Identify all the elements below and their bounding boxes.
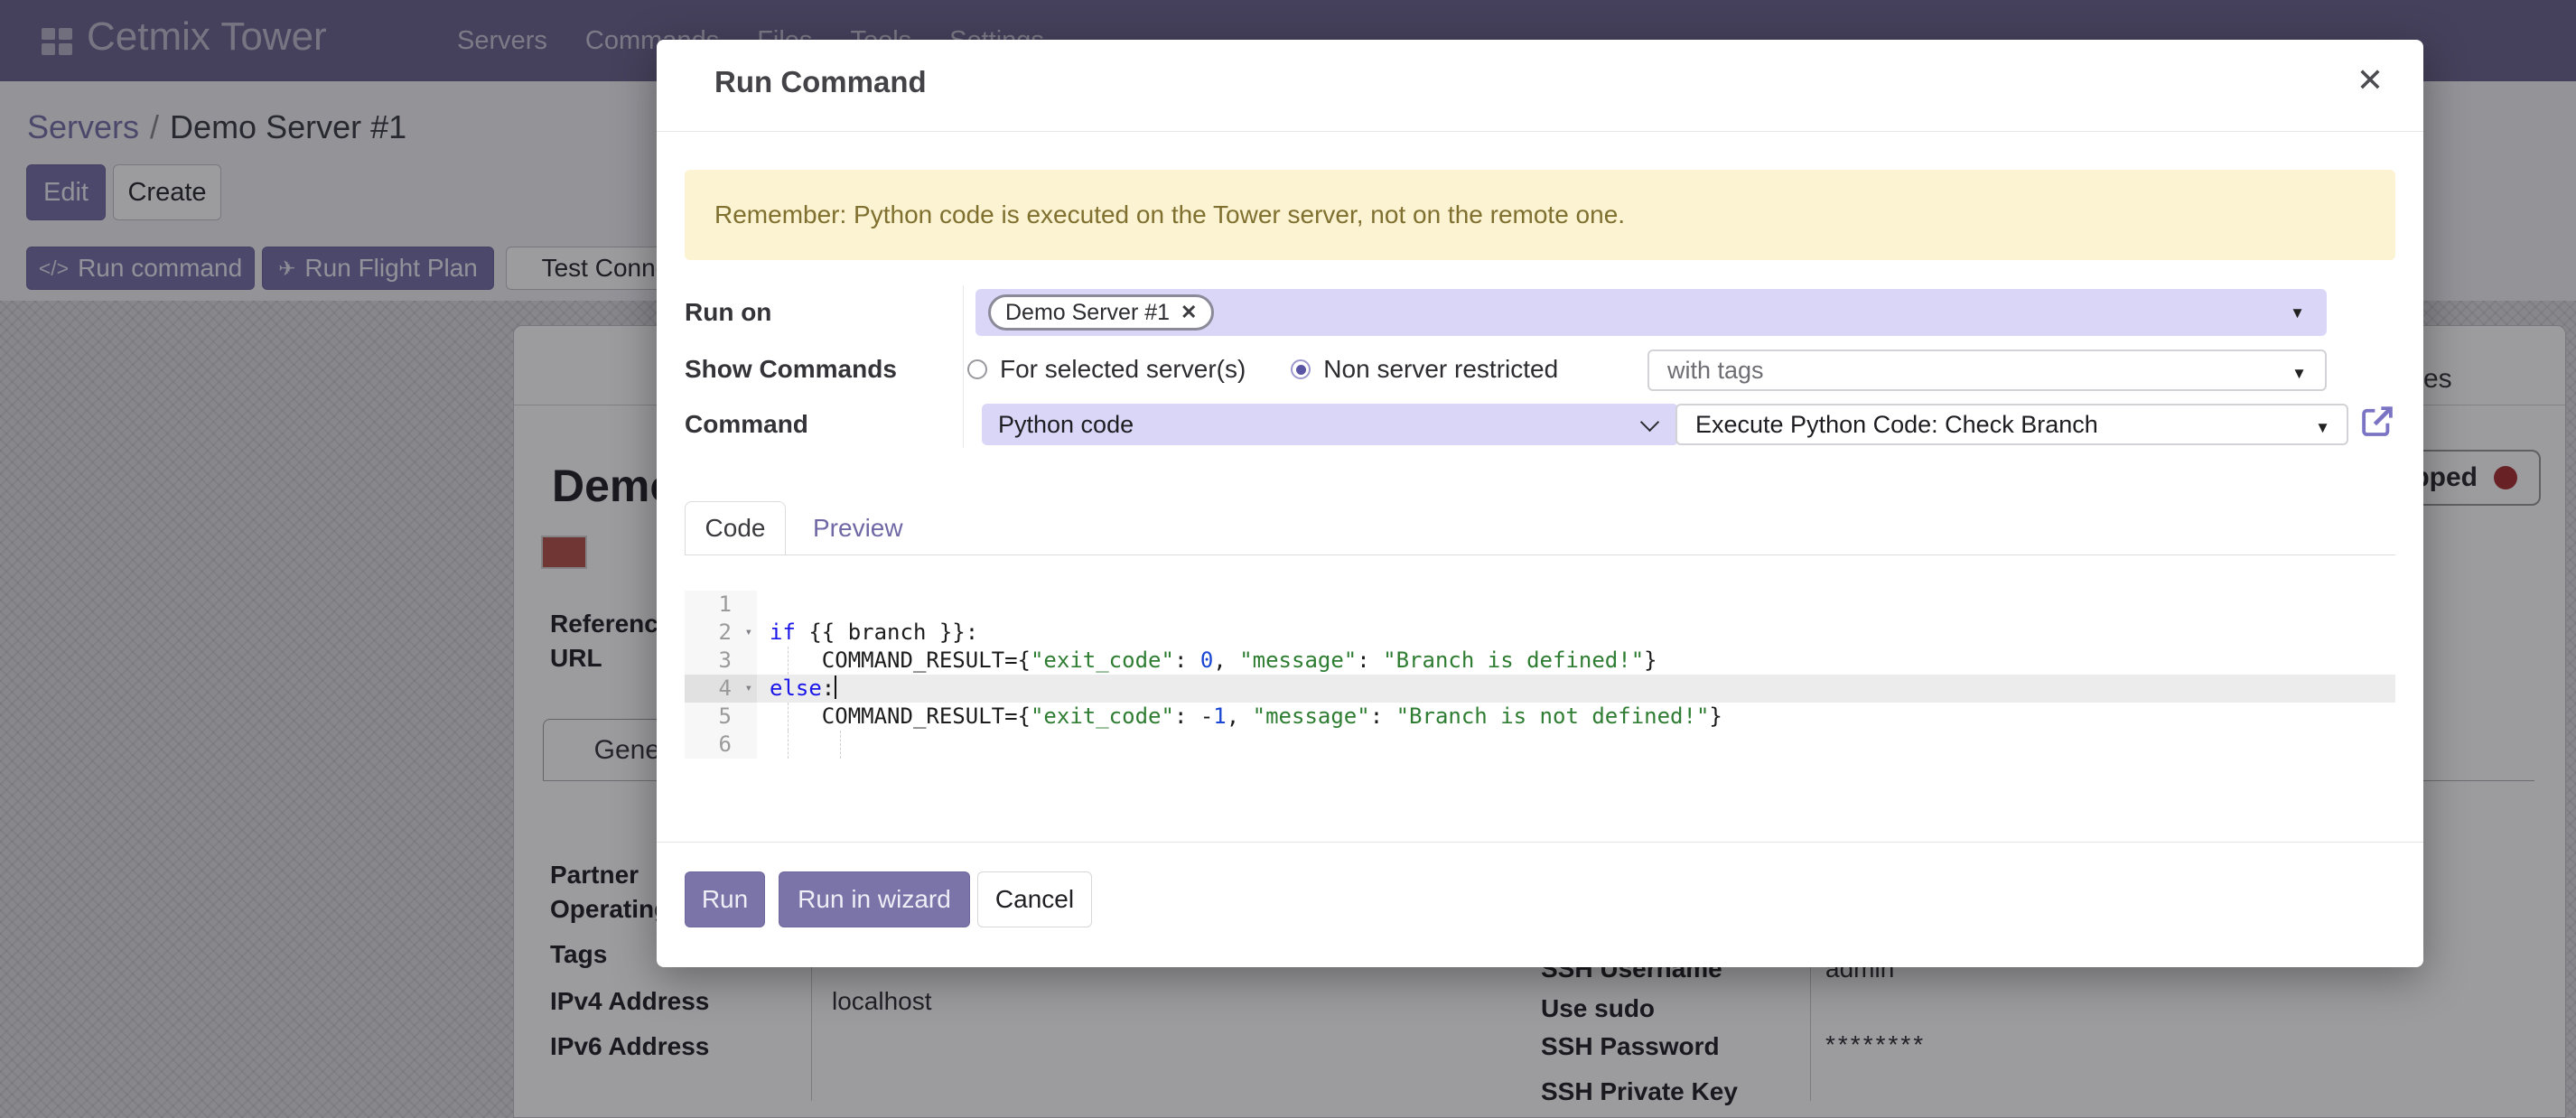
code-line[interactable]: 6	[685, 731, 2395, 759]
chevron-down-icon	[1640, 413, 1659, 432]
line-number: 3	[685, 647, 757, 675]
tab-preview[interactable]: Preview	[813, 501, 903, 554]
code-text[interactable]	[757, 731, 2395, 759]
external-link-icon[interactable]	[2358, 403, 2396, 441]
radio-non-restricted-label[interactable]: Non server restricted	[1323, 355, 1558, 384]
radio-checked-icon[interactable]	[1291, 359, 1311, 379]
indent-guide	[840, 731, 841, 759]
fold-arrow-icon[interactable]: ▾	[745, 619, 752, 647]
caret-down-icon[interactable]: ▼	[2290, 304, 2305, 322]
indent-guide	[788, 703, 789, 731]
command-type-select[interactable]: Python code	[982, 404, 1678, 445]
footer-divider	[657, 842, 2423, 843]
line-number: 6	[685, 731, 757, 759]
command-label: Command	[685, 404, 808, 445]
text-cursor	[835, 675, 836, 699]
run-in-wizard-button[interactable]: Run in wizard	[779, 871, 970, 927]
code-text[interactable]: COMMAND_RESULT={"exit_code": 0, "message…	[757, 647, 2395, 675]
code-text[interactable]: if {{ branch }}:	[757, 619, 2395, 647]
indent-guide	[788, 731, 789, 759]
code-text[interactable]: else:	[757, 675, 2395, 703]
dialog-title: Run Command	[714, 65, 927, 99]
screen: Cetmix Tower ServersCommandsFilesToolsSe…	[0, 0, 2576, 1118]
editor-tabs: Code Preview	[685, 501, 2395, 555]
show-commands-radio-group: For selected server(s) Non server restri…	[967, 348, 1558, 391]
line-number: 1	[685, 591, 757, 619]
dialog-header: Run Command ✕	[657, 40, 2423, 132]
server-chip[interactable]: Demo Server #1 ✕	[988, 294, 1214, 331]
close-icon[interactable]: ✕	[2357, 61, 2384, 99]
run-button[interactable]: Run	[685, 871, 765, 927]
run-command-dialog: Run Command ✕ Remember: Python code is e…	[657, 40, 2423, 967]
run-on-label: Run on	[685, 289, 771, 336]
with-tags-dropdown[interactable]: with tags ▼	[1647, 349, 2327, 391]
chip-remove-icon[interactable]: ✕	[1181, 301, 1197, 324]
code-text[interactable]: COMMAND_RESULT={"exit_code": -1, "messag…	[757, 703, 2395, 731]
code-line[interactable]: 1	[685, 591, 2395, 619]
caret-down-icon: ▼	[2291, 365, 2307, 383]
code-text[interactable]	[757, 591, 2395, 619]
code-line[interactable]: 3 COMMAND_RESULT={"exit_code": 0, "messa…	[685, 647, 2395, 675]
fold-arrow-icon[interactable]: ▾	[745, 675, 752, 703]
field-column-separator	[963, 285, 964, 448]
code-line[interactable]: 4▾else:	[685, 675, 2395, 703]
show-commands-label: Show Commands	[685, 348, 897, 391]
tab-code[interactable]: Code	[685, 501, 786, 554]
line-number: 4▾	[685, 675, 757, 703]
code-line[interactable]: 2▾if {{ branch }}:	[685, 619, 2395, 647]
radio-unchecked-icon[interactable]	[967, 359, 987, 379]
line-number: 5	[685, 703, 757, 731]
cancel-button[interactable]: Cancel	[977, 871, 1092, 927]
caret-down-icon: ▼	[2315, 419, 2330, 437]
line-number: 2▾	[685, 619, 757, 647]
indent-guide	[788, 647, 789, 675]
python-warning-banner: Remember: Python code is executed on the…	[685, 170, 2395, 260]
run-on-server-tags-field[interactable]: Demo Server #1 ✕ ▼	[975, 289, 2327, 336]
code-editor[interactable]: 12▾if {{ branch }}:3 COMMAND_RESULT={"ex…	[685, 591, 2395, 759]
code-line[interactable]: 5 COMMAND_RESULT={"exit_code": -1, "mess…	[685, 703, 2395, 731]
radio-selected-servers-label[interactable]: For selected server(s)	[1000, 355, 1246, 384]
command-select[interactable]: Execute Python Code: Check Branch ▼	[1675, 404, 2348, 445]
